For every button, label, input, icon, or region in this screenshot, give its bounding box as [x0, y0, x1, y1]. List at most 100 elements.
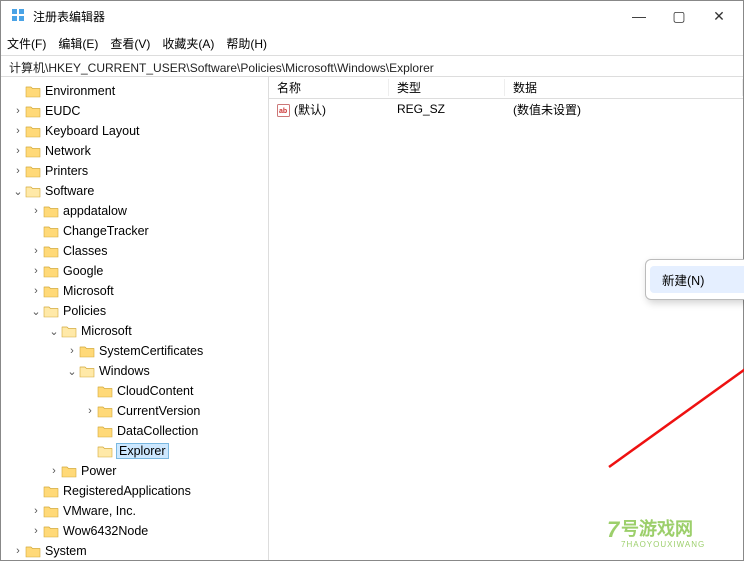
- tree-item-label: RegisteredApplications: [63, 484, 191, 498]
- tree-item-label: CurrentVersion: [117, 404, 200, 418]
- col-data[interactable]: 数据: [505, 79, 743, 96]
- folder-icon: [25, 544, 41, 558]
- folder-icon: [97, 384, 113, 398]
- list-pane[interactable]: 名称 类型 数据 ab(默认)REG_SZ(数值未设置) 新建(N) › 项(K…: [269, 77, 743, 560]
- folder-icon: [43, 224, 59, 238]
- tree-item[interactable]: › Keyboard Layout: [11, 121, 268, 141]
- tree-item[interactable]: ›RegisteredApplications: [29, 481, 268, 501]
- minimize-button[interactable]: —: [619, 1, 659, 31]
- tree-item-label: Microsoft: [81, 324, 132, 338]
- folder-icon: [25, 84, 41, 98]
- chevron-right-icon[interactable]: ›: [11, 545, 25, 557]
- folder-icon: [79, 364, 95, 378]
- chevron-right-icon[interactable]: ›: [11, 165, 25, 177]
- chevron-right-icon[interactable]: ›: [11, 125, 25, 137]
- tree-item[interactable]: ⌄Software: [11, 181, 268, 201]
- chevron-right-icon[interactable]: ›: [47, 465, 61, 477]
- tree-item[interactable]: ›VMware, Inc.: [29, 501, 268, 521]
- chevron-down-icon[interactable]: ⌄: [47, 325, 61, 338]
- chevron-right-icon[interactable]: ›: [29, 505, 43, 517]
- tree-item-label: DataCollection: [117, 424, 198, 438]
- tree-item[interactable]: › Power: [47, 461, 268, 481]
- folder-icon: [97, 404, 113, 418]
- chevron-down-icon[interactable]: ⌄: [11, 185, 25, 198]
- chevron-right-icon[interactable]: ›: [11, 105, 25, 117]
- chevron-down-icon[interactable]: ⌄: [29, 305, 43, 318]
- tree-item[interactable]: ›ChangeTracker: [29, 221, 268, 241]
- chevron-right-icon[interactable]: ›: [29, 285, 43, 297]
- tree-item-label: Printers: [45, 164, 88, 178]
- chevron-right-icon[interactable]: ›: [65, 345, 79, 357]
- chevron-right-icon[interactable]: ›: [29, 265, 43, 277]
- tree-item[interactable]: ›Network: [11, 141, 268, 161]
- tree-item[interactable]: ⌄Windows: [65, 361, 268, 381]
- menu-edit[interactable]: 编辑(E): [58, 35, 98, 52]
- folder-icon: [43, 504, 59, 518]
- tree-item[interactable]: ⌄ Policies: [29, 301, 268, 321]
- chevron-right-icon[interactable]: ›: [29, 245, 43, 257]
- menu-file[interactable]: 文件(F): [7, 35, 46, 52]
- menu-help[interactable]: 帮助(H): [226, 35, 267, 52]
- folder-icon: [25, 104, 41, 118]
- tree-item[interactable]: › EUDC: [11, 101, 268, 121]
- maximize-button[interactable]: ▢: [659, 1, 699, 31]
- tree-item-label: Google: [63, 264, 103, 278]
- col-type[interactable]: 类型: [389, 79, 505, 96]
- folder-icon: [25, 184, 41, 198]
- tree-item[interactable]: ›Wow6432Node: [29, 521, 268, 541]
- folder-icon: [43, 264, 59, 278]
- folder-icon: [43, 244, 59, 258]
- tree-item[interactable]: ⌄ Microsoft: [47, 321, 268, 341]
- svg-text:7: 7: [607, 517, 621, 542]
- folder-icon: [43, 524, 59, 538]
- svg-text:7HAOYOUXIWANG: 7HAOYOUXIWANG: [621, 540, 705, 549]
- tree-item[interactable]: › Classes: [29, 241, 268, 261]
- tree-item[interactable]: › SystemCertificates: [65, 341, 268, 361]
- folder-icon: [97, 444, 113, 458]
- folder-icon: [79, 344, 95, 358]
- folder-icon: [61, 464, 77, 478]
- tree-item[interactable]: ›CloudContent: [83, 381, 268, 401]
- address-bar[interactable]: 计算机\HKEY_CURRENT_USER\Software\Policies\…: [1, 55, 743, 77]
- chevron-right-icon[interactable]: ›: [29, 205, 43, 217]
- menu-item-new[interactable]: 新建(N) ›: [650, 266, 744, 293]
- chevron-right-icon[interactable]: ›: [11, 145, 25, 157]
- chevron-down-icon[interactable]: ⌄: [65, 365, 79, 378]
- tree-item[interactable]: ›DataCollection: [83, 421, 268, 441]
- tree-item[interactable]: ›Explorer: [83, 441, 268, 461]
- watermark-text: 号游戏网: [621, 518, 693, 539]
- tree-item-label: appdatalow: [63, 204, 127, 218]
- chevron-right-icon[interactable]: ›: [29, 525, 43, 537]
- tree-item-label: SystemCertificates: [99, 344, 203, 358]
- col-name[interactable]: 名称: [269, 79, 389, 96]
- tree-item[interactable]: ›Environment: [11, 81, 268, 101]
- folder-icon: [61, 324, 77, 338]
- close-button[interactable]: ✕: [699, 1, 739, 31]
- menu-view[interactable]: 查看(V): [110, 35, 150, 52]
- tree-item-label: Environment: [45, 84, 115, 98]
- svg-text:ab: ab: [279, 108, 287, 115]
- tree-item-label: Classes: [63, 244, 107, 258]
- tree-item-label: CloudContent: [117, 384, 193, 398]
- folder-icon: [25, 124, 41, 138]
- tree-item[interactable]: › CurrentVersion: [83, 401, 268, 421]
- tree-item-label: Keyboard Layout: [45, 124, 140, 138]
- menu-favorites[interactable]: 收藏夹(A): [162, 35, 214, 52]
- folder-icon: [43, 204, 59, 218]
- list-row[interactable]: ab(默认)REG_SZ(数值未设置): [269, 99, 743, 119]
- tree-item[interactable]: ›System: [11, 541, 268, 560]
- tree-item[interactable]: › Google: [29, 261, 268, 281]
- tree-item-label: EUDC: [45, 104, 80, 118]
- tree-item-label: Power: [81, 464, 116, 478]
- tree-item[interactable]: › appdatalow: [29, 201, 268, 221]
- tree-item[interactable]: ›Microsoft: [29, 281, 268, 301]
- folder-icon: [25, 144, 41, 158]
- folder-icon: [25, 164, 41, 178]
- reg-string-icon: ab: [277, 104, 290, 117]
- folder-icon: [43, 304, 59, 318]
- tree-item[interactable]: › Printers: [11, 161, 268, 181]
- watermark: 7 号游戏网 7HAOYOUXIWANG: [591, 511, 741, 558]
- tree-item-label: Policies: [63, 304, 106, 318]
- chevron-right-icon[interactable]: ›: [83, 405, 97, 417]
- tree-pane[interactable]: ›Environment›EUDC›Keyboard Layout›Networ…: [1, 77, 269, 560]
